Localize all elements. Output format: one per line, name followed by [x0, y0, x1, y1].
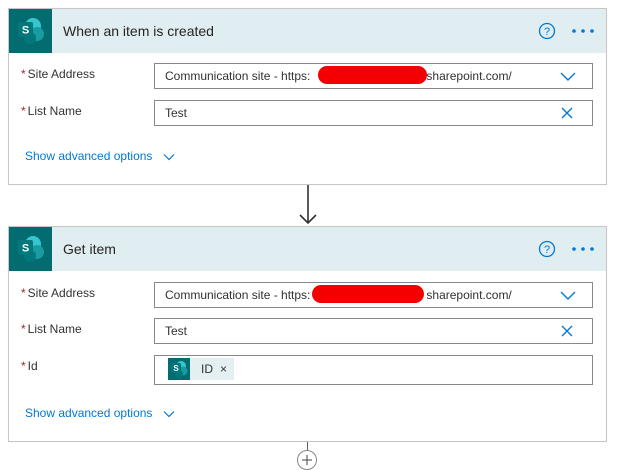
- get-item-card-title: Get item: [63, 241, 116, 257]
- trigger-card[interactable]: S When an item is created ? * Site Addres…: [8, 8, 607, 185]
- id-dynamic-token[interactable]: S ID ×: [168, 358, 234, 380]
- more-dots-icon[interactable]: [570, 22, 596, 40]
- more-dots-icon[interactable]: [570, 240, 596, 258]
- list-name-label: * List Name: [21, 104, 82, 118]
- sharepoint-icon: S: [168, 358, 190, 380]
- chevron-down-icon: [163, 153, 175, 161]
- site-address-dropdown[interactable]: Communication site - https: sharepoint.co…: [154, 63, 593, 89]
- list-name-label: * List Name: [21, 322, 82, 336]
- chevron-down-icon[interactable]: [560, 69, 576, 83]
- arrow-down-icon: [299, 185, 317, 225]
- svg-text:?: ?: [544, 244, 550, 256]
- id-field[interactable]: S ID ×: [154, 355, 593, 385]
- chevron-down-icon[interactable]: [560, 288, 576, 302]
- id-label: * Id: [21, 359, 38, 373]
- show-advanced-options-link[interactable]: Show advanced options: [25, 406, 175, 420]
- get-item-card-header[interactable]: S Get item ?: [9, 227, 606, 271]
- close-icon[interactable]: [561, 107, 573, 119]
- site-address-label: * Site Address: [21, 286, 96, 300]
- trigger-card-title: When an item is created: [63, 23, 214, 39]
- site-address-row: * Site Address Communication site - https…: [9, 282, 606, 308]
- close-icon[interactable]: [561, 325, 573, 337]
- site-address-row: * Site Address Communication site - https…: [9, 63, 606, 89]
- list-name-row: * List Name Test: [9, 318, 606, 344]
- svg-text:S: S: [22, 243, 29, 255]
- redaction-mark: [318, 66, 427, 84]
- help-circle-icon[interactable]: ?: [538, 240, 556, 258]
- sharepoint-icon: S: [9, 227, 52, 271]
- help-circle-icon[interactable]: ?: [538, 22, 556, 40]
- site-address-dropdown[interactable]: Communication site - https: sharepoint.co…: [154, 282, 593, 308]
- redaction-mark: [312, 285, 424, 303]
- id-row: * Id S ID ×: [9, 355, 606, 385]
- svg-text:?: ?: [544, 26, 550, 38]
- trigger-card-header[interactable]: S When an item is created ?: [9, 9, 606, 53]
- get-item-card[interactable]: S Get item ? * Site Address Communication…: [8, 226, 607, 442]
- site-address-label: * Site Address: [21, 67, 96, 81]
- sharepoint-icon: S: [9, 9, 52, 53]
- svg-text:S: S: [173, 364, 179, 373]
- id-token-label: ID: [201, 362, 213, 376]
- list-name-field[interactable]: Test: [154, 100, 593, 126]
- add-step-button[interactable]: [297, 450, 317, 470]
- chevron-down-icon: [163, 410, 175, 418]
- show-advanced-options-link[interactable]: Show advanced options: [25, 149, 175, 163]
- svg-text:S: S: [22, 25, 29, 37]
- list-name-field[interactable]: Test: [154, 318, 593, 344]
- token-remove-icon[interactable]: ×: [220, 358, 227, 380]
- list-name-row: * List Name Test: [9, 100, 606, 126]
